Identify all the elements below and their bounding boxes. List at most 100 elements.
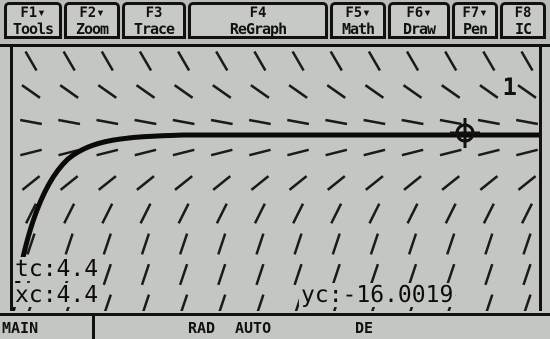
slope-segment (288, 175, 308, 191)
slope-segment (178, 233, 189, 255)
slope-segment (218, 294, 227, 311)
slope-segment (96, 118, 119, 126)
slope-segment (479, 84, 499, 99)
f4-regraph-button[interactable]: F4 ReGraph (188, 2, 328, 39)
f5-math-menu[interactable]: F5▾ Math (330, 2, 386, 39)
slope-segment (64, 233, 74, 255)
slope-segment (135, 84, 156, 99)
slope-segment (326, 84, 346, 99)
slope-segment (62, 50, 76, 72)
slope-segment (96, 148, 119, 157)
slope-segment (292, 203, 305, 224)
slope-segment (477, 148, 500, 157)
f7-label: Pen (462, 20, 488, 38)
slope-segment (517, 84, 537, 99)
slope-segment (253, 203, 266, 224)
slope-segment (180, 294, 189, 311)
status-bar: MAIN RAD AUTO DE (0, 313, 550, 339)
slope-segment (439, 148, 462, 157)
status-divider (92, 316, 95, 339)
slope-segment (21, 175, 41, 191)
f4-label: ReGraph (229, 20, 287, 38)
slope-segment (325, 148, 348, 157)
slope-segment (331, 233, 341, 255)
slope-segment (134, 148, 157, 157)
slope-segment (368, 203, 381, 224)
slope-segment (100, 50, 114, 72)
slope-segment (19, 148, 43, 157)
slope-segment (288, 84, 308, 99)
slope-segment (364, 84, 385, 99)
slope-segment (523, 294, 532, 311)
slope-segment (446, 233, 456, 255)
f1-key: F1▾ (20, 5, 46, 21)
slope-segment (134, 118, 157, 126)
exact-mode-status: AUTO (235, 319, 272, 337)
f3-trace-button[interactable]: F3 Trace (122, 2, 186, 39)
slope-segment (444, 203, 457, 224)
slope-segment (63, 203, 76, 224)
slope-segment (255, 263, 265, 286)
slope-segment (330, 203, 343, 224)
slope-segment (441, 175, 461, 191)
slope-segment (365, 175, 384, 191)
slope-segment (172, 148, 195, 157)
graph-window[interactable]: 1 tc:4.4 xc:4.4 yc:-16.0019 (10, 47, 542, 311)
slope-segment (139, 203, 152, 224)
slope-segment (484, 233, 494, 255)
slope-segment (329, 50, 343, 72)
slope-segment (250, 84, 270, 99)
slope-segment (287, 118, 310, 126)
slope-segment (19, 118, 43, 126)
f7-pen-menu[interactable]: F7▾ Pen (452, 2, 498, 39)
slope-segment (515, 118, 539, 126)
f3-label: Trace (133, 20, 175, 38)
slope-segment (215, 50, 229, 72)
slope-segment (401, 148, 424, 157)
slope-segment (97, 84, 118, 99)
slope-segment (102, 233, 112, 255)
slope-segment (401, 118, 424, 126)
f2-zoom-menu[interactable]: F2▾ Zoom (64, 2, 120, 39)
slope-segment (363, 148, 386, 157)
slope-segment (253, 50, 267, 72)
f8-key: F8 (514, 5, 532, 21)
slope-segment (212, 175, 232, 191)
f5-key: F5▾ (345, 5, 371, 21)
slope-segment (212, 84, 232, 99)
slope-segment (520, 50, 534, 72)
slope-segment (522, 263, 532, 286)
yc-readout: yc:-16.0019 (299, 282, 456, 308)
slope-segment (140, 263, 151, 286)
slope-segment (439, 118, 462, 126)
slope-segment (250, 175, 270, 191)
slope-segment (403, 175, 422, 191)
tc-readout: tc:4.4 (13, 256, 101, 282)
f2-key: F2▾ (79, 5, 105, 21)
slope-segment (482, 50, 496, 72)
slope-segment (97, 175, 117, 191)
slope-segment (178, 263, 189, 286)
slope-segment (291, 50, 305, 72)
f4-key: F4 (249, 5, 267, 21)
f8-ic-button[interactable]: F8 IC (500, 2, 546, 39)
slope-segment (102, 263, 112, 286)
slope-segment (440, 84, 461, 99)
slope-segment (58, 118, 81, 126)
folder-status: MAIN (2, 319, 39, 337)
f6-key: F6▾ (406, 5, 432, 21)
slope-segment (210, 118, 233, 126)
f3-key: F3 (145, 5, 163, 21)
f2-label: Zoom (75, 20, 109, 38)
slope-segment (477, 118, 500, 126)
slope-segment (101, 203, 114, 224)
slope-segment (138, 50, 153, 72)
slope-segment (485, 294, 494, 311)
slope-segment (326, 175, 346, 191)
f1-label: Tools (12, 20, 54, 38)
f5-label: Math (341, 20, 375, 38)
slope-segment (287, 148, 310, 157)
f1-tools-menu[interactable]: F1▾ Tools (4, 2, 62, 39)
slope-segment (517, 175, 537, 191)
f6-draw-menu[interactable]: F6▾ Draw (388, 2, 450, 39)
